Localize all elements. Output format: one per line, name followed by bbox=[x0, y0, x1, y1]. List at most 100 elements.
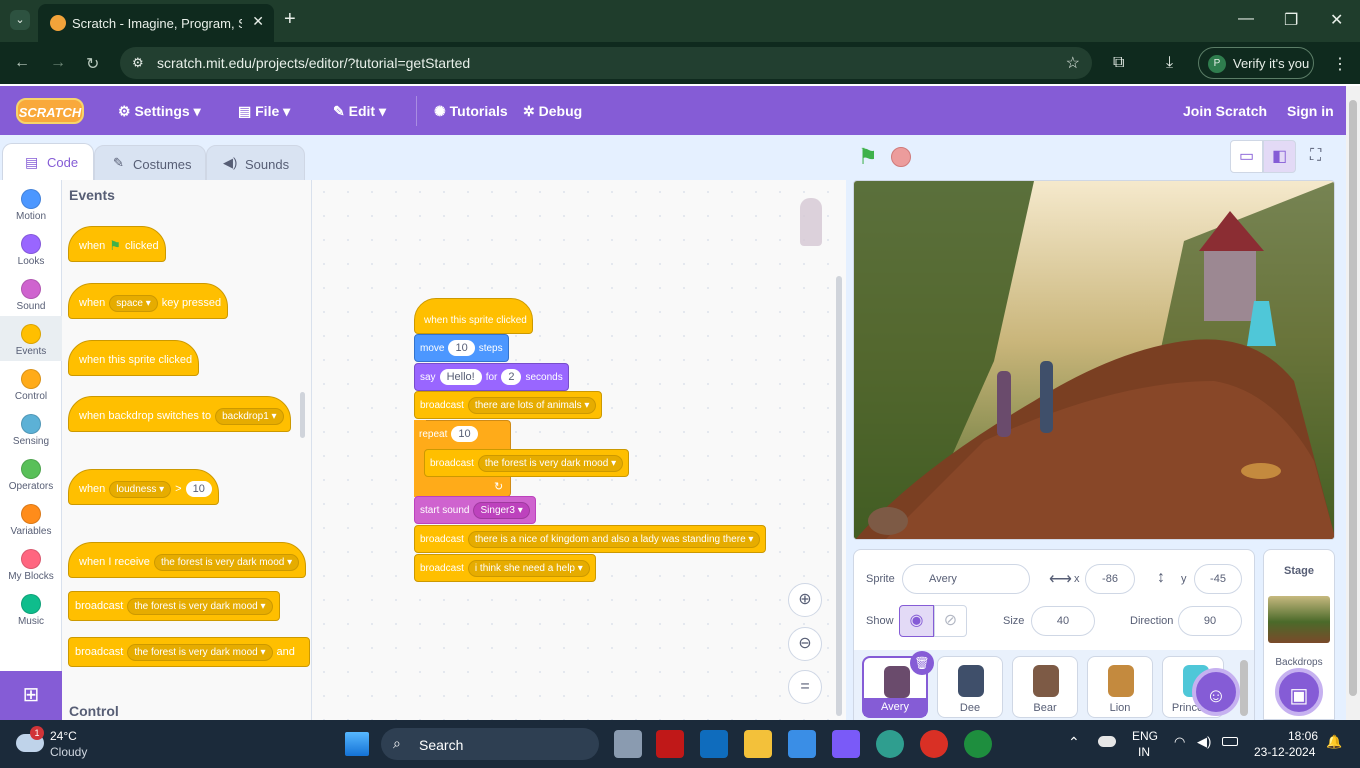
taskbar-search-box[interactable]: ⌕ Search bbox=[381, 728, 599, 760]
weather-temp[interactable]: 24°C bbox=[50, 729, 77, 743]
green-flag-icon[interactable]: ⚑ bbox=[858, 144, 878, 170]
category-motion[interactable]: Motion bbox=[0, 182, 62, 227]
block-when-sensor-greater[interactable]: when loudness ▾ > 10 bbox=[68, 469, 219, 505]
store-icon[interactable] bbox=[788, 730, 816, 758]
script-broadcast-animals[interactable]: broadcast there are lots of animals ▾ bbox=[414, 391, 603, 419]
close-tab-icon[interactable]: ✕ bbox=[252, 13, 264, 30]
message-dropdown[interactable]: the forest is very dark mood ▾ bbox=[127, 643, 273, 661]
palette-scrollbar[interactable] bbox=[300, 392, 305, 438]
category-variables[interactable]: Variables bbox=[0, 497, 62, 542]
copilot-icon[interactable] bbox=[832, 730, 860, 758]
scratch-logo[interactable]: SCRATCH bbox=[16, 98, 84, 124]
message-dropdown[interactable]: the forest is very dark mood ▾ bbox=[127, 597, 273, 615]
block-when-sprite-clicked[interactable]: when this sprite clicked bbox=[68, 340, 200, 376]
block-broadcast-and-wait[interactable]: broadcast the forest is very dark mood ▾… bbox=[68, 637, 310, 667]
show-hidden-button[interactable]: ⊘ bbox=[934, 605, 967, 637]
tray-chevron-icon[interactable]: ⌃ bbox=[1068, 734, 1080, 751]
category-sound[interactable]: Sound bbox=[0, 272, 62, 317]
debug-menu[interactable]: ✲ Debug bbox=[523, 103, 582, 120]
size-input[interactable]: 40 bbox=[1031, 606, 1095, 636]
task-view-icon[interactable] bbox=[614, 730, 642, 758]
category-my-blocks[interactable]: My Blocks bbox=[0, 542, 62, 587]
volume-icon[interactable]: ◀) bbox=[1197, 734, 1211, 750]
chrome-icon[interactable] bbox=[920, 730, 948, 758]
script-broadcast-kingdom[interactable]: broadcast there is a nice of kingdom and… bbox=[414, 525, 767, 553]
extensions-icon[interactable]: ⧉ bbox=[1113, 54, 1124, 72]
outlook-icon[interactable] bbox=[700, 730, 728, 758]
url-field[interactable]: ⚙ scratch.mit.edu/projects/editor/?tutor… bbox=[120, 47, 1092, 79]
category-music[interactable]: Music bbox=[0, 587, 62, 632]
choose-sprite-button[interactable]: ☺ bbox=[1192, 668, 1240, 716]
tab-sounds[interactable]: ◀) Sounds bbox=[206, 145, 305, 181]
category-looks[interactable]: Looks bbox=[0, 227, 62, 272]
choose-backdrop-button[interactable]: ▣ bbox=[1275, 668, 1323, 716]
page-scrollbar-thumb[interactable] bbox=[1349, 100, 1357, 696]
category-operators[interactable]: Operators bbox=[0, 452, 62, 497]
tab-code[interactable]: ▤ Code bbox=[2, 143, 94, 181]
sprite-thumb-bear[interactable]: Bear bbox=[1012, 656, 1078, 718]
script-broadcast-help[interactable]: broadcast i think she need a help ▾ bbox=[414, 554, 596, 582]
file-explorer-icon[interactable] bbox=[744, 730, 772, 758]
sprite-thumb-dee[interactable]: Dee bbox=[937, 656, 1003, 718]
script-say-for-seconds[interactable]: say Hello! for 2 seconds bbox=[414, 363, 569, 391]
clock-time[interactable]: 18:06 bbox=[1288, 729, 1318, 743]
backdrop-dropdown[interactable]: backdrop1 ▾ bbox=[215, 407, 284, 425]
backdrop-thumbnail[interactable] bbox=[1268, 596, 1330, 643]
settings-menu[interactable]: ⚙ Settings ▾ bbox=[118, 103, 201, 120]
steps-input[interactable]: 10 bbox=[448, 340, 475, 356]
restore-icon[interactable]: ❐ bbox=[1284, 10, 1298, 30]
tab-search-icon[interactable]: ⌄ bbox=[10, 10, 30, 30]
script-when-sprite-clicked[interactable]: when this sprite clicked bbox=[414, 298, 533, 334]
sign-in-link[interactable]: Sign in bbox=[1287, 103, 1334, 119]
sprite-name-input[interactable]: Avery bbox=[902, 564, 1030, 594]
battery-icon[interactable] bbox=[1222, 737, 1238, 746]
bell-icon[interactable]: 🔔 bbox=[1326, 734, 1342, 750]
new-tab-icon[interactable]: + bbox=[284, 8, 296, 31]
y-position-input[interactable]: -45 bbox=[1194, 564, 1242, 594]
edit-menu[interactable]: ✎ Edit ▾ bbox=[333, 103, 386, 120]
script-broadcast-dark-mood[interactable]: broadcast the forest is very dark mood ▾ bbox=[424, 449, 630, 477]
close-window-icon[interactable]: ✕ bbox=[1330, 10, 1343, 30]
category-events[interactable]: Events bbox=[0, 317, 62, 362]
join-scratch-link[interactable]: Join Scratch bbox=[1183, 103, 1267, 119]
add-extension-button[interactable]: ⊞ bbox=[0, 671, 62, 720]
delete-sprite-button[interactable]: 🗑 bbox=[910, 651, 934, 675]
direction-input[interactable]: 90 bbox=[1178, 606, 1242, 636]
zoom-out-button[interactable]: ⊖ bbox=[788, 627, 822, 661]
forward-icon[interactable]: → bbox=[50, 54, 66, 72]
large-stage-button[interactable]: ◧ bbox=[1263, 140, 1296, 173]
browser-menu-icon[interactable]: ⋮ bbox=[1332, 54, 1348, 74]
minimize-icon[interactable]: — bbox=[1238, 10, 1254, 28]
small-stage-button[interactable]: ▭ bbox=[1230, 140, 1263, 173]
key-dropdown[interactable]: space ▾ bbox=[109, 294, 158, 312]
back-icon[interactable]: ← bbox=[14, 54, 30, 72]
download-icon[interactable]: ⤓ bbox=[1166, 54, 1173, 72]
onedrive-icon[interactable] bbox=[1098, 736, 1116, 747]
wifi-icon[interactable]: ◠ bbox=[1174, 734, 1185, 750]
tray-scrollbar[interactable] bbox=[1240, 660, 1248, 716]
block-broadcast[interactable]: broadcast the forest is very dark mood ▾ bbox=[68, 591, 280, 621]
say-message-input[interactable]: Hello! bbox=[439, 369, 482, 385]
x-position-input[interactable]: -86 bbox=[1085, 564, 1135, 594]
bookmark-star-icon[interactable]: ☆ bbox=[1066, 53, 1080, 73]
script-start-sound[interactable]: start sound Singer3 ▾ bbox=[414, 496, 536, 524]
start-windows-icon[interactable] bbox=[345, 732, 369, 756]
sensor-value-input[interactable]: 10 bbox=[185, 481, 212, 497]
stage-canvas[interactable] bbox=[853, 180, 1335, 540]
message-dropdown[interactable]: there are lots of animals ▾ bbox=[467, 396, 597, 414]
tab-costumes[interactable]: ✎ Costumes bbox=[94, 145, 206, 181]
chrome-profile-icon[interactable] bbox=[964, 730, 992, 758]
site-info-icon[interactable]: ⚙ bbox=[132, 55, 144, 71]
repeat-count-input[interactable]: 10 bbox=[451, 426, 478, 442]
tutorials-menu[interactable]: ✺ Tutorials bbox=[434, 103, 508, 120]
message-dropdown[interactable]: there is a nice of kingdom and also a la… bbox=[467, 530, 761, 548]
block-when-flag-clicked[interactable]: when ⚑ clicked bbox=[68, 226, 166, 262]
zoom-in-button[interactable]: ⊕ bbox=[788, 583, 822, 617]
sound-dropdown[interactable]: Singer3 ▾ bbox=[473, 501, 530, 519]
workspace-scrollbar[interactable] bbox=[836, 276, 842, 716]
sprite-thumb-lion[interactable]: Lion bbox=[1087, 656, 1153, 718]
fullscreen-icon[interactable]: ⛶ bbox=[1310, 147, 1321, 165]
verify-profile-button[interactable]: P Verify it's you bbox=[1198, 47, 1314, 79]
message-dropdown[interactable]: i think she need a help ▾ bbox=[467, 559, 590, 577]
block-when-backdrop-switches[interactable]: when backdrop switches to backdrop1 ▾ bbox=[68, 396, 291, 432]
